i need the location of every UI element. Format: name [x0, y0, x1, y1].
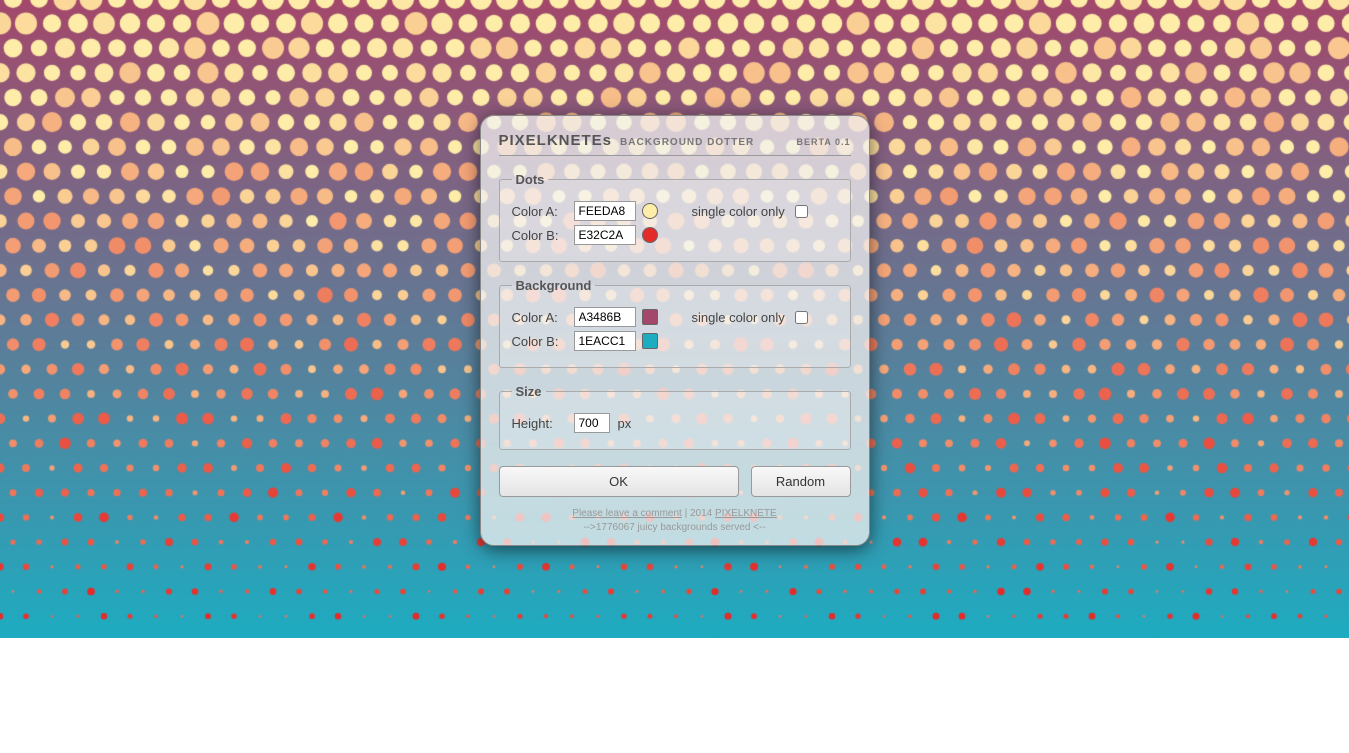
- control-panel: PIXELKNETEs BACKGROUND DOTTER BERTA 0.1 …: [480, 115, 870, 546]
- dots-color-b-swatch[interactable]: [642, 227, 658, 243]
- dots-single-label: single color only: [692, 204, 785, 219]
- background-legend: Background: [512, 278, 596, 293]
- brand-subtitle: BACKGROUND DOTTER: [620, 137, 754, 148]
- ok-button[interactable]: OK: [499, 466, 739, 497]
- bg-color-a-label: Color A:: [512, 310, 568, 325]
- bg-color-b-label: Color B:: [512, 334, 568, 349]
- dots-color-b-label: Color B:: [512, 228, 568, 243]
- dots-color-b-input[interactable]: [574, 225, 636, 245]
- random-button[interactable]: Random: [751, 466, 851, 497]
- dots-color-a-input[interactable]: [574, 201, 636, 221]
- dots-single-checkbox[interactable]: [795, 205, 808, 218]
- site-link[interactable]: PIXELKNETE: [715, 508, 777, 519]
- bg-color-a-swatch[interactable]: [642, 309, 658, 325]
- version-label: BERTA 0.1: [796, 137, 850, 147]
- bg-color-a-input[interactable]: [574, 307, 636, 327]
- bg-single-label: single color only: [692, 310, 785, 325]
- background-fieldset: Background Color A: single color only Co…: [499, 278, 851, 368]
- comment-link[interactable]: Please leave a comment: [572, 508, 682, 519]
- bg-color-b-swatch[interactable]: [642, 333, 658, 349]
- size-legend: Size: [512, 384, 546, 399]
- panel-footer: Please leave a comment | 2014 PIXELKNETE…: [499, 507, 851, 535]
- panel-header: PIXELKNETEs BACKGROUND DOTTER BERTA 0.1: [499, 132, 851, 156]
- bg-single-checkbox[interactable]: [795, 311, 808, 324]
- dots-legend: Dots: [512, 172, 549, 187]
- bg-color-b-input[interactable]: [574, 331, 636, 351]
- height-label: Height:: [512, 416, 568, 431]
- height-unit: px: [618, 416, 632, 431]
- footer-separator: | 2014: [682, 508, 715, 519]
- dots-fieldset: Dots Color A: single color only Color B:: [499, 172, 851, 262]
- size-fieldset: Size Height: px: [499, 384, 851, 450]
- served-counter: -->1776067 juicy backgrounds served <--: [583, 522, 765, 533]
- brand-title: PIXELKNETEs: [499, 132, 613, 149]
- height-input[interactable]: [574, 413, 610, 433]
- dots-color-a-label: Color A:: [512, 204, 568, 219]
- dots-color-a-swatch[interactable]: [642, 203, 658, 219]
